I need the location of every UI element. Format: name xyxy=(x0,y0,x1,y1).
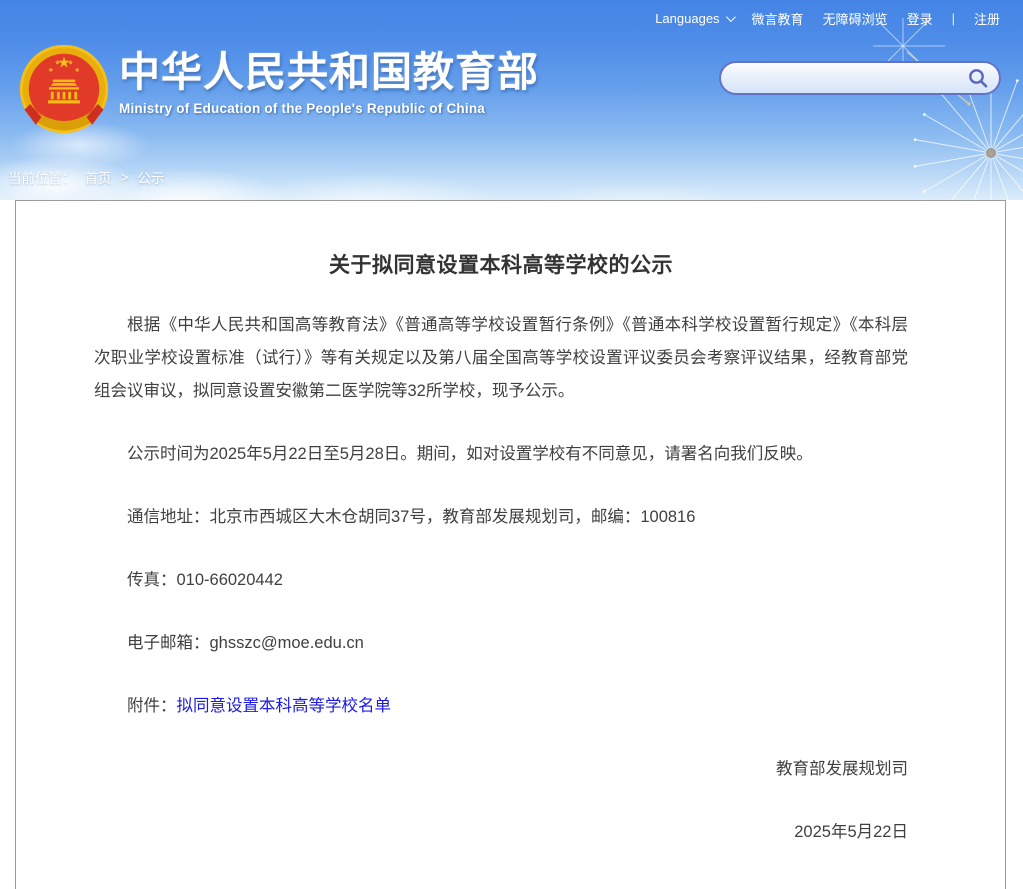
nav-accessibility[interactable]: 无障碍浏览 xyxy=(823,9,888,28)
login-link[interactable]: 登录 xyxy=(907,9,933,28)
languages-menu[interactable]: Languages xyxy=(655,11,732,26)
attachment-label: 附件： xyxy=(127,697,177,715)
svg-text:★: ★ xyxy=(48,67,54,74)
notice-paragraph-fax: 传真：010-66020442 xyxy=(94,564,908,597)
attachment-link[interactable]: 拟同意设置本科高等学校名单 xyxy=(177,697,392,715)
notice-date: 2025年5月22日 xyxy=(94,816,908,849)
breadcrumb-current[interactable]: 公示 xyxy=(137,167,164,187)
site-brand[interactable]: ★ ★ ★ ★ ★ 中华人民共和国教育部 Ministry of Educati… xyxy=(17,42,539,136)
notice-article: 关于拟同意设置本科高等学校的公示 根据《中华人民共和国高等教育法》《普通高等学校… xyxy=(16,249,1005,849)
notice-paragraph-address: 通信地址：北京市西城区大木仓胡同37号，教育部发展规划司，邮编：100816 xyxy=(94,501,908,534)
breadcrumb-home[interactable]: 首页 xyxy=(85,167,112,187)
utility-nav: Languages 微言教育 无障碍浏览 登录 | 注册 xyxy=(655,9,1000,28)
notice-paragraph-period: 公示时间为2025年5月22日至5月28日。期间，如对设置学校有不同意见，请署名… xyxy=(94,438,908,471)
site-header: Languages 微言教育 无障碍浏览 登录 | 注册 ★ ★ ★ ★ ★ xyxy=(0,0,1023,200)
breadcrumb-prefix: 当前位置： xyxy=(8,167,76,187)
search-input[interactable] xyxy=(735,63,967,93)
notice-title: 关于拟同意设置本科高等学校的公示 xyxy=(94,249,908,279)
search-box[interactable] xyxy=(719,61,1001,95)
notice-paragraph-email: 电子邮箱：ghsszc@moe.edu.cn xyxy=(94,627,908,660)
breadcrumb-separator: > xyxy=(121,170,129,185)
site-title-cn: 中华人民共和国教育部 xyxy=(119,50,539,95)
languages-label: Languages xyxy=(655,11,719,26)
notice-panel: 关于拟同意设置本科高等学校的公示 根据《中华人民共和国高等教育法》《普通高等学校… xyxy=(15,200,1006,889)
svg-text:★: ★ xyxy=(74,67,80,74)
site-title-en: Ministry of Education of the People's Re… xyxy=(119,101,539,116)
china-national-emblem-icon: ★ ★ ★ ★ ★ xyxy=(17,42,111,136)
search-icon[interactable] xyxy=(967,67,989,89)
breadcrumb: 当前位置： 首页 > 公示 xyxy=(8,167,164,187)
nav-divider: | xyxy=(952,11,955,26)
notice-paragraph-basis: 根据《中华人民共和国高等教育法》《普通高等学校设置暂行条例》《普通本科学校设置暂… xyxy=(94,309,908,408)
nav-weiyan-jiaoyu[interactable]: 微言教育 xyxy=(752,9,804,28)
brand-text: 中华人民共和国教育部 Ministry of Education of the … xyxy=(119,50,539,116)
notice-attachment-line: 附件：拟同意设置本科高等学校名单 xyxy=(94,690,908,723)
notice-signature: 教育部发展规划司 xyxy=(94,753,908,786)
register-link[interactable]: 注册 xyxy=(974,9,1000,28)
chevron-down-icon xyxy=(726,12,736,22)
dandelion-decoration xyxy=(873,18,1023,200)
svg-text:★: ★ xyxy=(54,60,60,67)
svg-text:★: ★ xyxy=(68,60,74,67)
